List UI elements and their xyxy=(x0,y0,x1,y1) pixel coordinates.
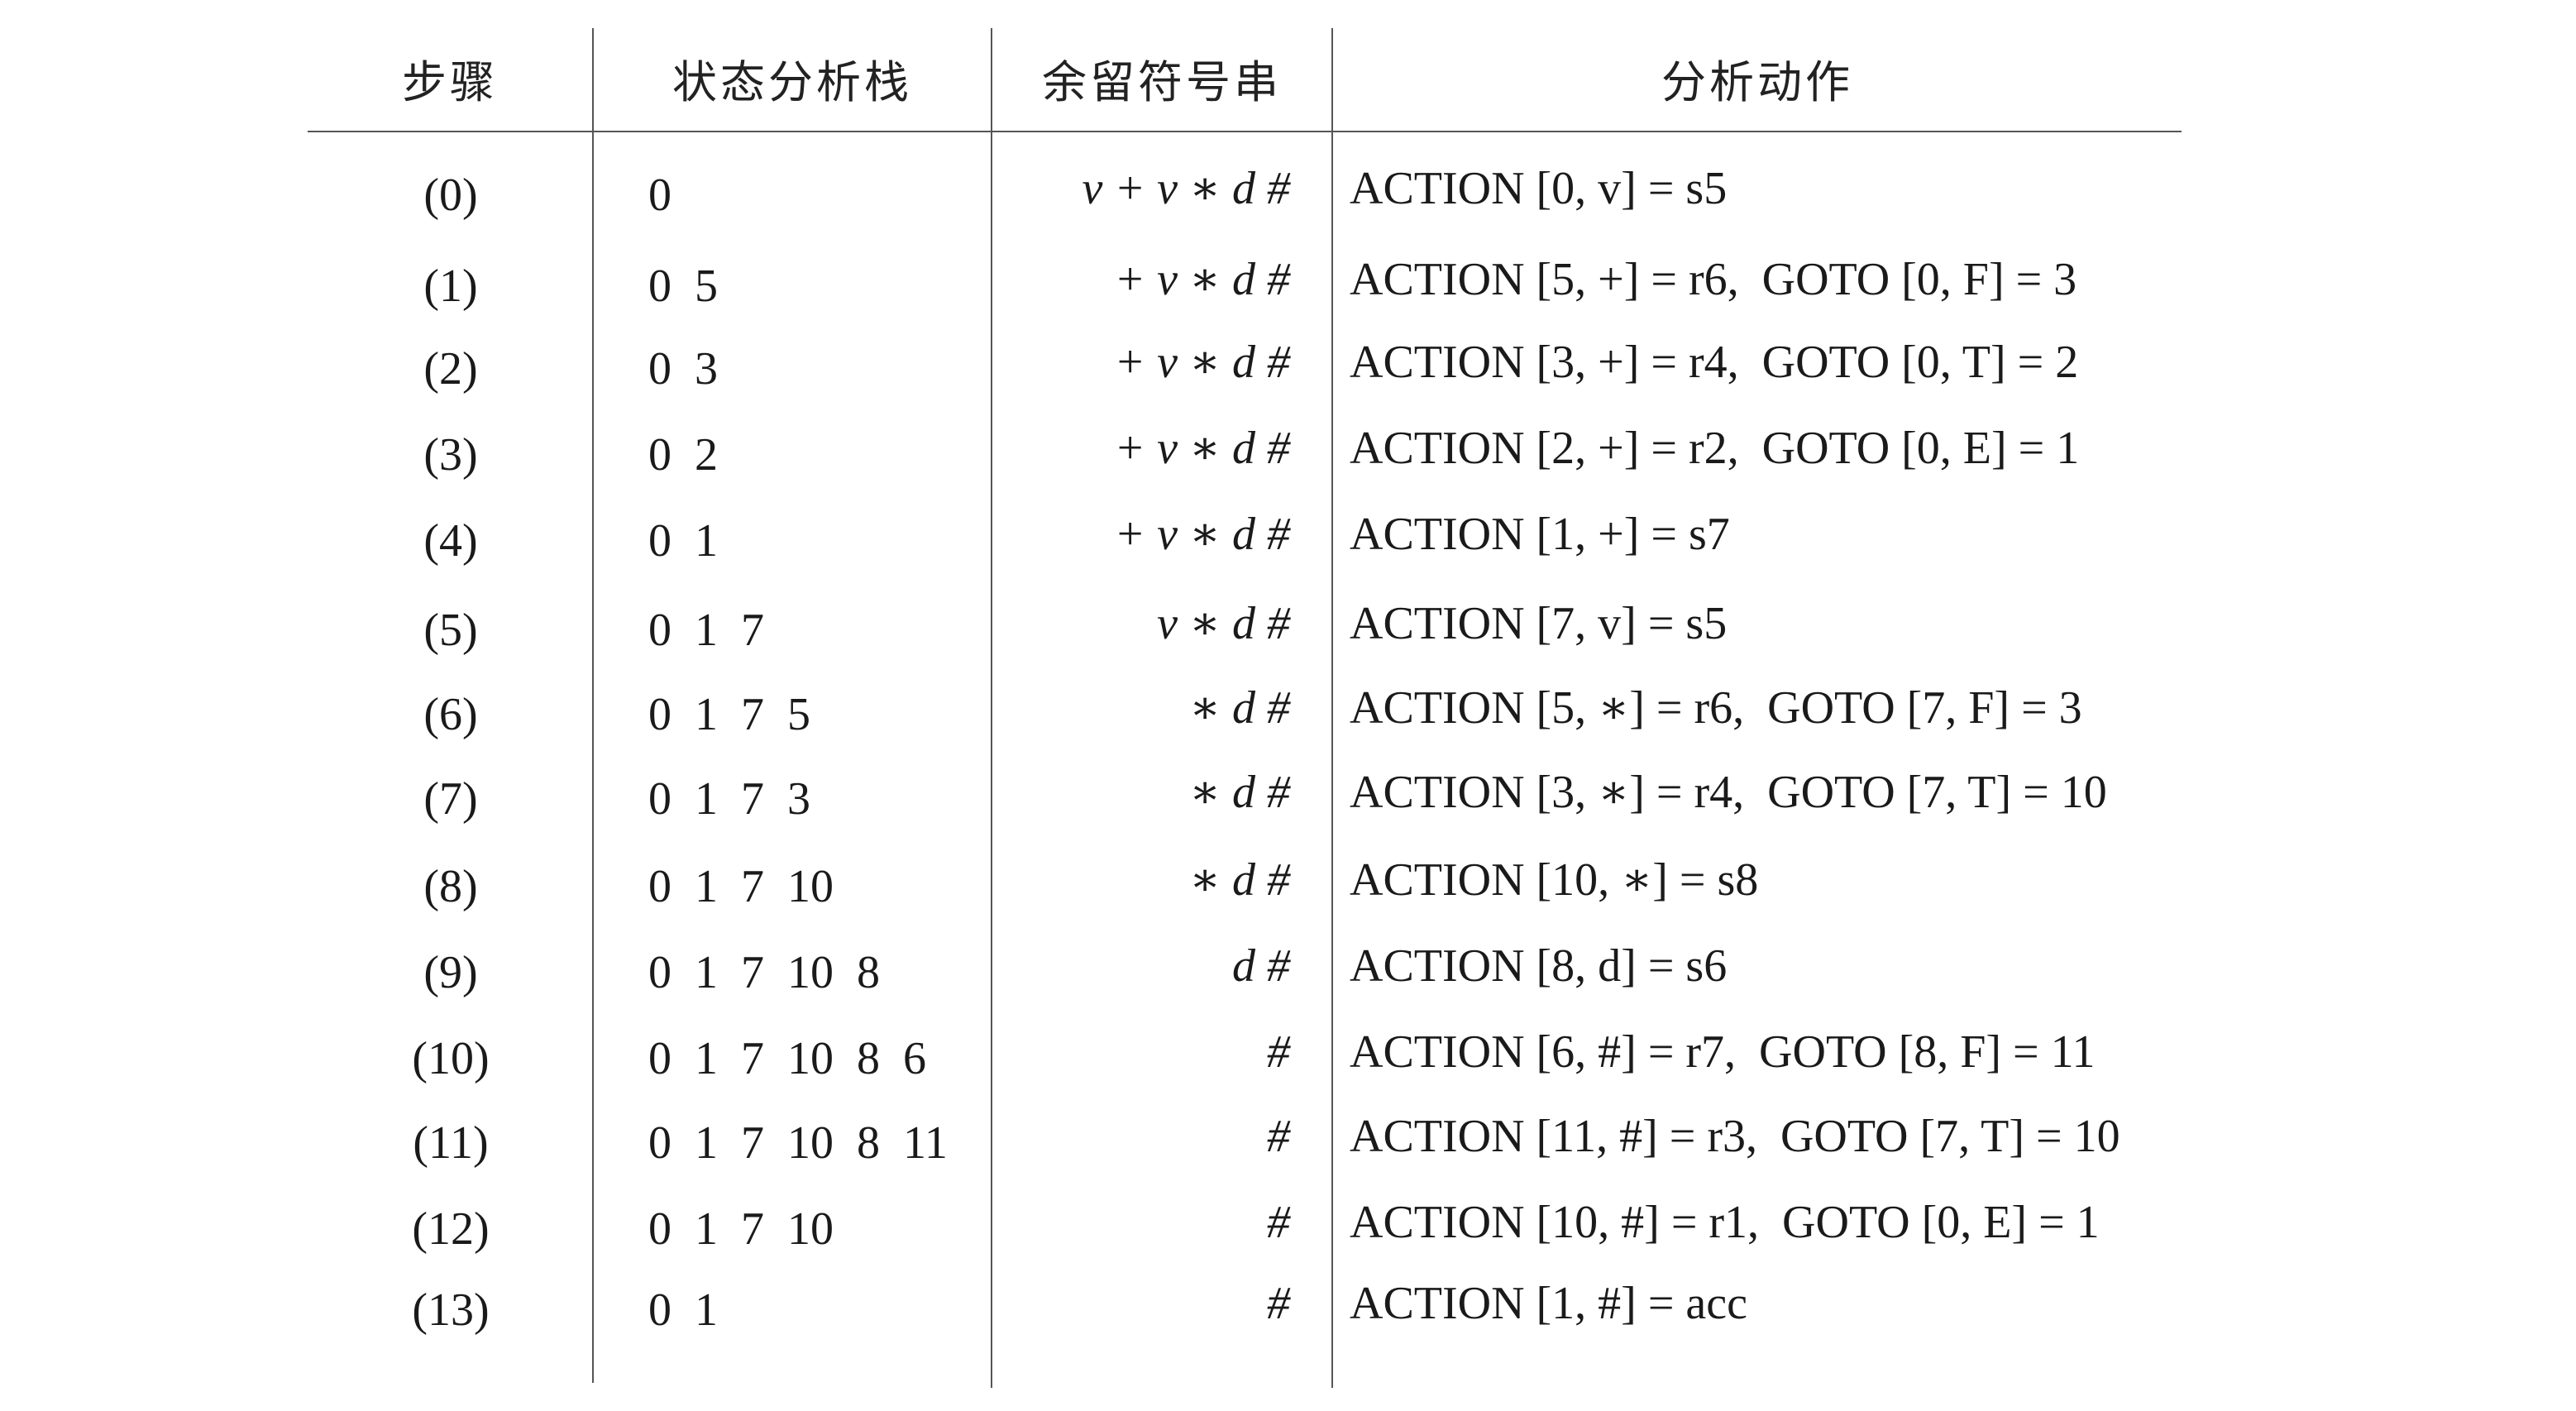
cell-stack: 0 1 7 10 8 6 xyxy=(648,1033,926,1084)
cell-input: ∗ d # xyxy=(1188,767,1290,818)
cell-input: + v ∗ d # xyxy=(1114,337,1290,388)
cell-input: # xyxy=(1267,1111,1290,1162)
lr-analysis-table: 步骤 状态分析栈 余留符号串 分析动作 (0) 0 v + v ∗ d # ACTIO… xyxy=(0,0,2576,1411)
cell-stack: 0 1 7 10 8 xyxy=(648,947,880,998)
cell-step: (1) xyxy=(423,261,478,312)
cell-stack: 0 1 7 10 xyxy=(648,1203,834,1255)
cell-input: + v ∗ d # xyxy=(1114,423,1290,474)
cell-action: ACTION [7, v] = s5 xyxy=(1350,598,1728,649)
cell-action: ACTION [3, ∗] = r4, GOTO [7, T] = 10 xyxy=(1350,767,2107,818)
cell-action: ACTION [5, ∗] = r6, GOTO [7, F] = 3 xyxy=(1350,682,2082,734)
column-divider-1 xyxy=(592,28,594,1383)
cell-input: # xyxy=(1267,1026,1290,1078)
cell-input: + v ∗ d # xyxy=(1114,254,1290,305)
cell-stack: 0 1 xyxy=(648,1284,718,1336)
cell-input: ∗ d # xyxy=(1188,682,1290,734)
cell-step: (3) xyxy=(423,429,478,481)
column-divider-2 xyxy=(991,28,992,1388)
cell-input: + v ∗ d # xyxy=(1114,509,1290,560)
cell-input: # xyxy=(1267,1278,1290,1329)
cell-step: (12) xyxy=(412,1203,490,1255)
cell-action: ACTION [10, #] = r1, GOTO [0, E] = 1 xyxy=(1350,1197,2100,1248)
cell-stack: 0 xyxy=(648,170,671,221)
cell-step: (11) xyxy=(413,1117,489,1169)
cell-input: v + v ∗ d # xyxy=(1082,163,1290,214)
cell-step: (6) xyxy=(423,689,478,740)
cell-step: (13) xyxy=(412,1284,490,1336)
cell-action: ACTION [11, #] = r3, GOTO [7, T] = 10 xyxy=(1350,1111,2120,1162)
cell-stack: 0 2 xyxy=(648,429,718,481)
cell-step: (8) xyxy=(423,861,478,912)
cell-step: (0) xyxy=(423,170,478,221)
cell-stack: 0 1 7 10 8 11 xyxy=(648,1117,948,1169)
header-step: 步骤 xyxy=(402,56,498,108)
cell-stack: 0 3 xyxy=(648,343,718,395)
cell-step: (7) xyxy=(423,773,478,825)
cell-stack: 0 1 7 xyxy=(648,605,764,656)
cell-step: (4) xyxy=(423,515,478,567)
cell-stack: 0 1 7 5 xyxy=(648,689,810,740)
cell-action: ACTION [1, +] = s7 xyxy=(1350,509,1730,560)
cell-step: (9) xyxy=(423,947,478,998)
cell-action: ACTION [1, #] = acc xyxy=(1350,1278,1747,1329)
cell-stack: 0 1 7 10 xyxy=(648,861,834,912)
cell-input: # xyxy=(1267,1197,1290,1248)
cell-stack: 0 1 xyxy=(648,515,718,567)
cell-action: ACTION [8, d] = s6 xyxy=(1350,940,1728,992)
cell-step: (2) xyxy=(423,343,478,395)
cell-action: ACTION [2, +] = r2, GOTO [0, E] = 1 xyxy=(1350,423,2080,474)
cell-step: (10) xyxy=(412,1033,490,1084)
cell-input: d # xyxy=(1232,940,1290,992)
cell-action: ACTION [5, +] = r6, GOTO [0, F] = 3 xyxy=(1350,254,2077,305)
cell-action: ACTION [0, v] = s5 xyxy=(1350,163,1728,214)
header-stack: 状态分析栈 xyxy=(672,56,912,108)
cell-stack: 0 1 7 3 xyxy=(648,773,810,825)
cell-action: ACTION [10, ∗] = s8 xyxy=(1350,854,1759,906)
column-divider-3 xyxy=(1331,28,1333,1388)
cell-step: (5) xyxy=(423,605,478,656)
cell-action: ACTION [3, +] = r4, GOTO [0, T] = 2 xyxy=(1350,337,2079,388)
header-action: 分析动作 xyxy=(1661,56,1853,108)
cell-input: ∗ d # xyxy=(1188,854,1290,906)
header-rule xyxy=(308,131,2182,132)
cell-stack: 0 5 xyxy=(648,261,718,312)
cell-input: v ∗ d # xyxy=(1157,598,1290,649)
header-input: 余留符号串 xyxy=(1042,56,1282,108)
cell-action: ACTION [6, #] = r7, GOTO [8, F] = 11 xyxy=(1350,1026,2096,1078)
